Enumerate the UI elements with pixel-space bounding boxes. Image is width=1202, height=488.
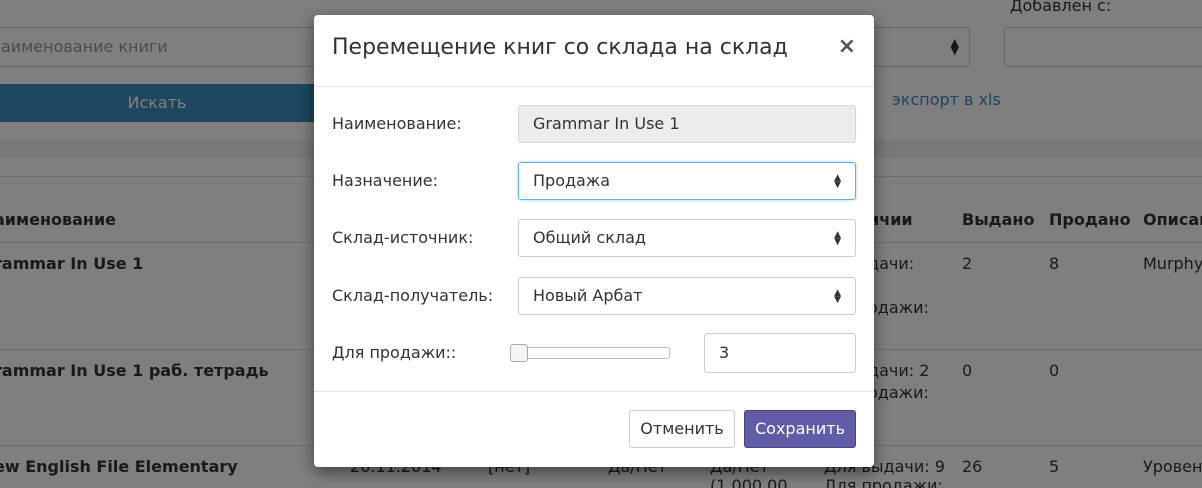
chevron-up-down-icon: ▲▼ xyxy=(834,230,841,247)
name-label: Наименование: xyxy=(332,114,462,133)
save-button[interactable]: Сохранить xyxy=(744,410,856,448)
source-warehouse-label: Склад-источник: xyxy=(332,228,474,247)
modal-title: Перемещение книг со склада на склад xyxy=(332,35,788,60)
source-warehouse-value: Общий склад xyxy=(533,228,646,247)
modal-header: Перемещение книг со склада на склад × xyxy=(314,15,874,87)
purpose-select[interactable]: Продажа ▲ ▼ xyxy=(518,162,856,200)
chevron-up-down-icon: ▲▼ xyxy=(834,288,841,305)
purpose-label: Назначение: xyxy=(332,171,438,190)
close-icon[interactable]: × xyxy=(838,35,856,59)
for-sale-slider-track[interactable] xyxy=(510,347,670,359)
cancel-button[interactable]: Отменить xyxy=(629,410,735,448)
transfer-books-modal: Перемещение книг со склада на склад × На… xyxy=(314,15,874,467)
modal-footer-divider xyxy=(314,391,874,392)
for-sale-label: Для продажи:: xyxy=(332,343,457,362)
target-warehouse-select[interactable]: Новый Арбат ▲ ▼ xyxy=(518,277,856,315)
chevron-up-down-icon: ▲▼ xyxy=(834,173,841,190)
target-warehouse-label: Склад-получатель: xyxy=(332,286,494,305)
target-warehouse-value: Новый Арбат xyxy=(533,286,643,305)
source-warehouse-select[interactable]: Общий склад ▲ ▼ xyxy=(518,219,856,257)
purpose-select-value: Продажа xyxy=(533,171,611,190)
name-field: Grammar In Use 1 xyxy=(518,105,856,143)
for-sale-slider-handle[interactable] xyxy=(510,344,528,362)
for-sale-quantity-input[interactable]: 3 xyxy=(704,333,856,373)
